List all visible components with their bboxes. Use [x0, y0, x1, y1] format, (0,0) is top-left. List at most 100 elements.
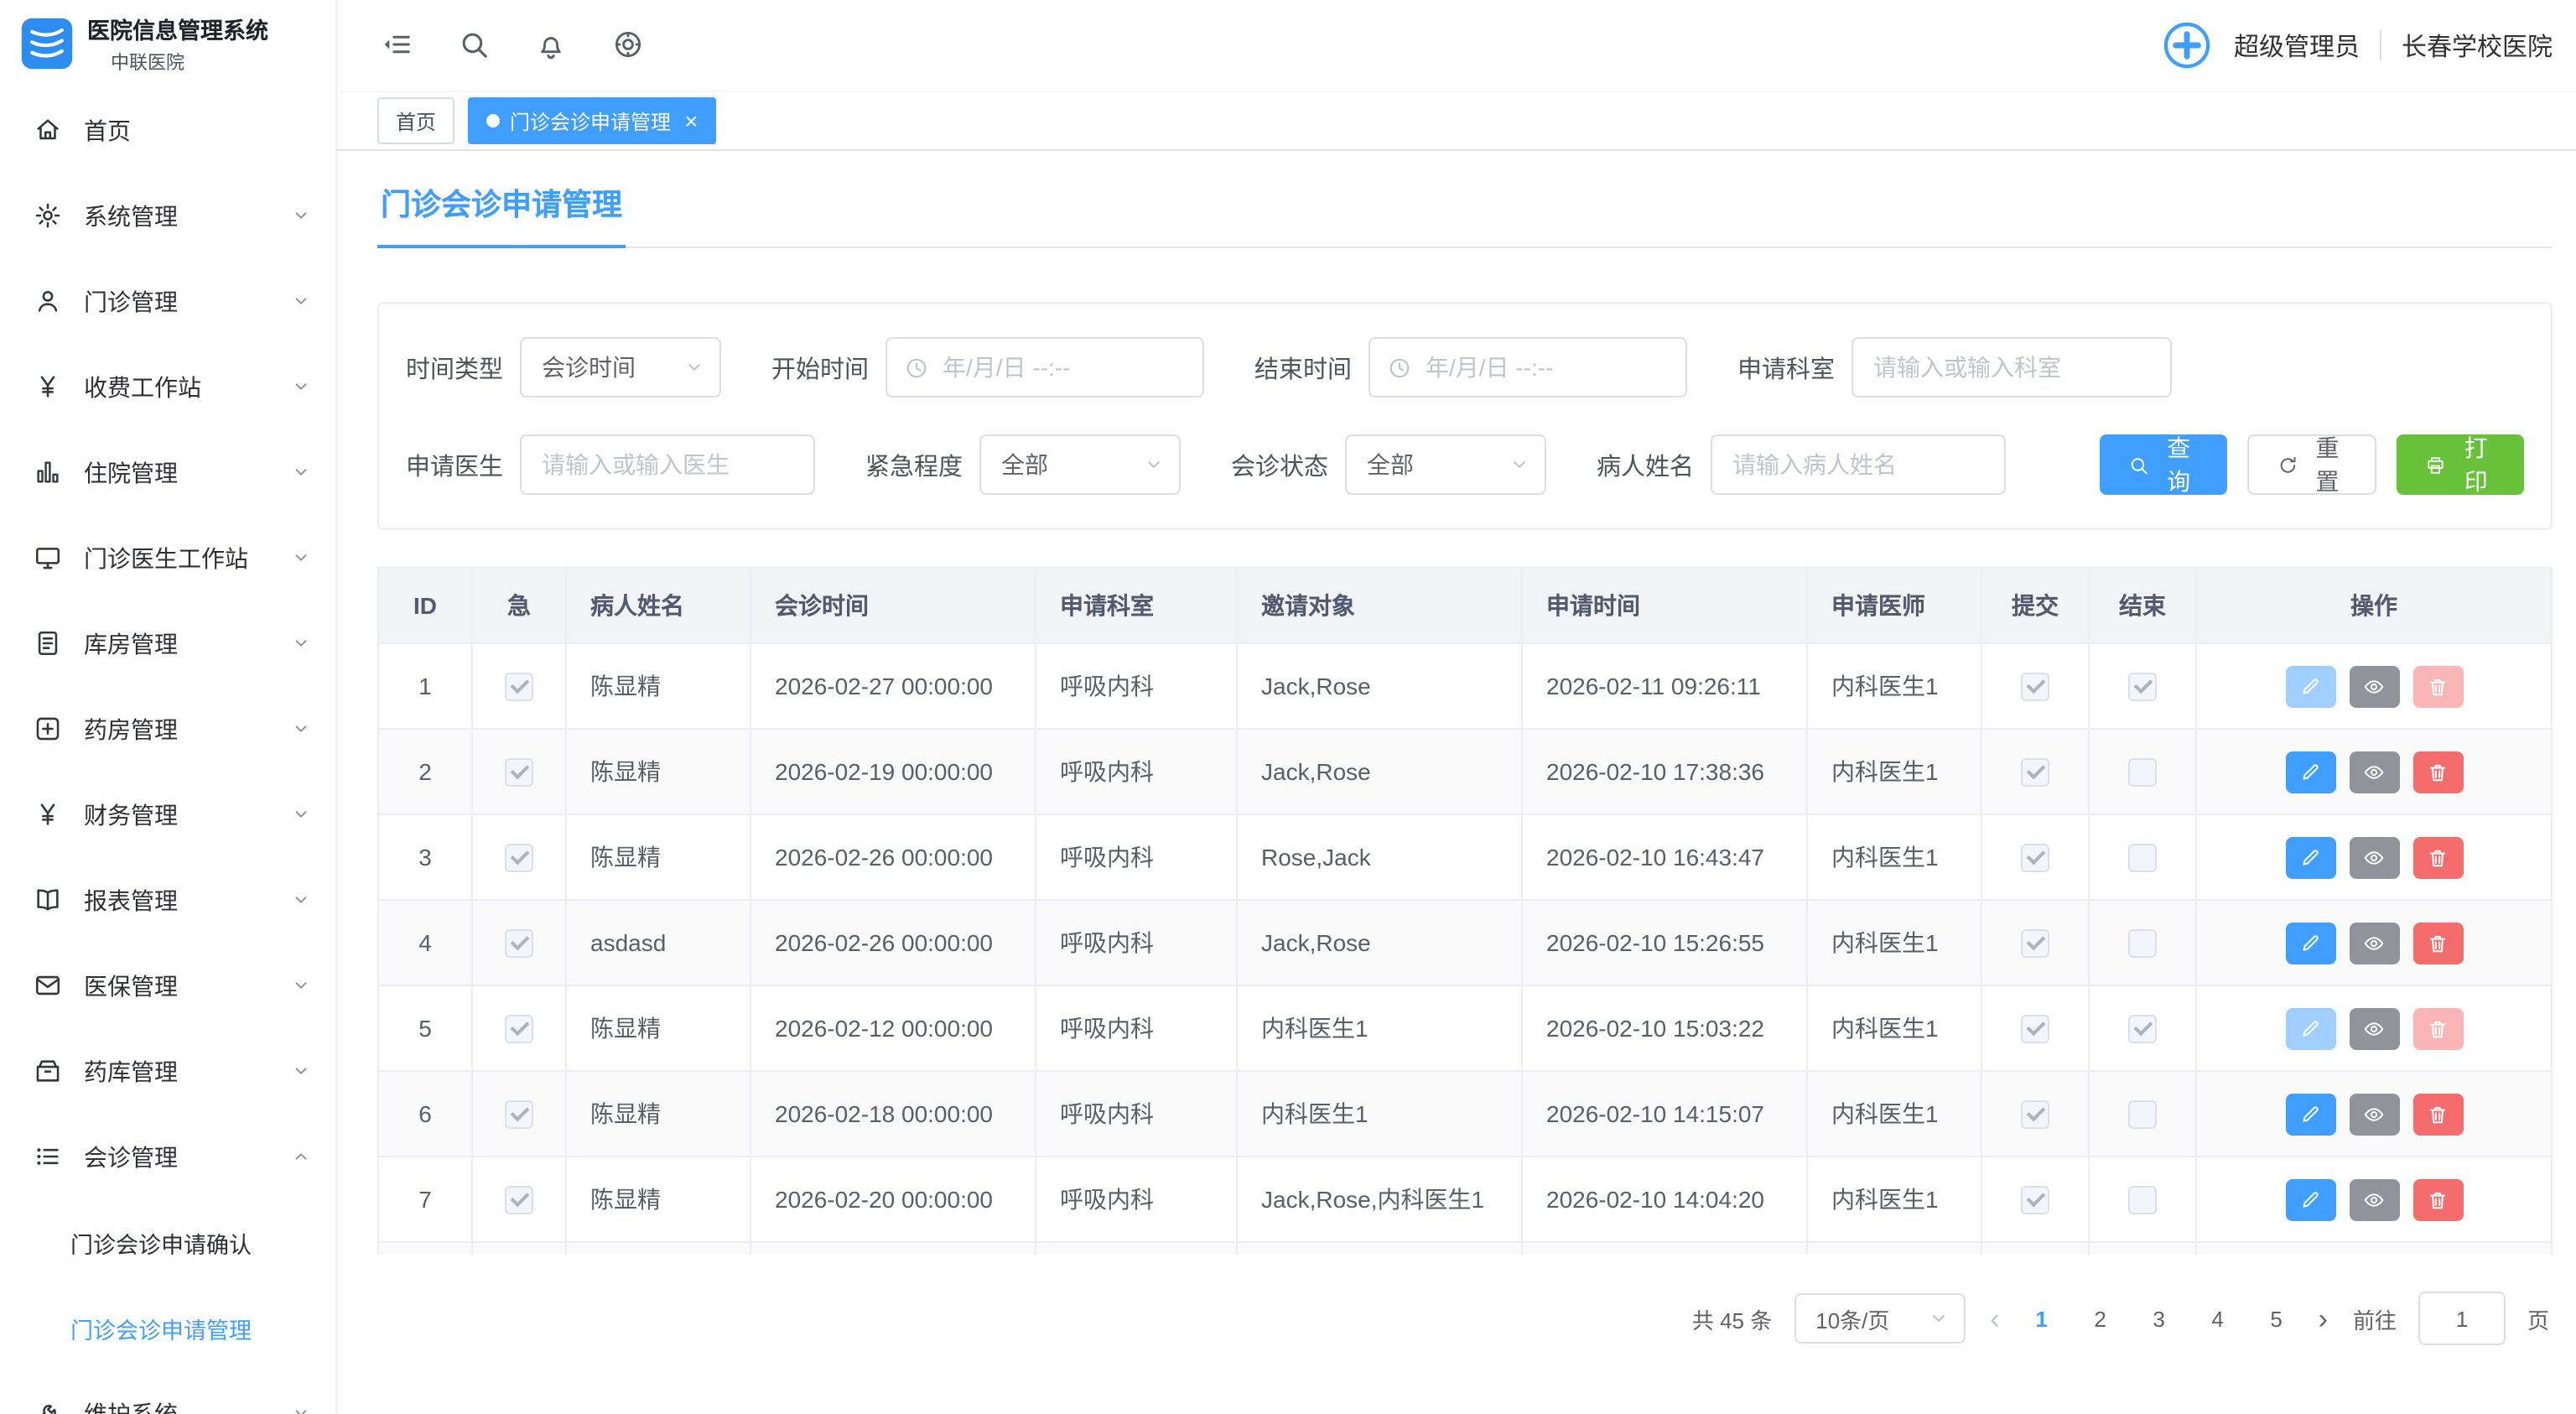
sidebar-item-13[interactable]: 维护系统: [0, 1370, 335, 1414]
cell-dept: 呼吸内科: [1036, 643, 1237, 729]
sidebar-item-5[interactable]: 门诊医生工作站: [0, 515, 335, 600]
cell-id: 7: [378, 1157, 472, 1242]
cell-ended: [2089, 900, 2196, 985]
submitted-checkbox[interactable]: [2021, 673, 2049, 701]
edit-button[interactable]: [2285, 836, 2335, 878]
delete-button[interactable]: [2412, 1178, 2463, 1220]
start-time-input[interactable]: 年/月/日 --:--: [886, 337, 1204, 398]
page-number-4[interactable]: 4: [2201, 1306, 2235, 1331]
doctor-input[interactable]: [520, 434, 815, 495]
tab-0[interactable]: 首页: [377, 97, 454, 144]
data-table-wrap: ID急病人姓名会诊时间申请科室邀请对象申请时间申请医师提交结束操作 1陈显精20…: [377, 567, 2553, 1255]
hospital-name[interactable]: 长春学校医院: [2402, 28, 2553, 63]
ended-checkbox[interactable]: [2128, 673, 2157, 701]
sidebar-item-7[interactable]: 药房管理: [0, 686, 335, 772]
end-time-input[interactable]: 年/月/日 --:--: [1368, 337, 1687, 398]
sidebar-item-10[interactable]: 医保管理: [0, 943, 335, 1028]
view-button[interactable]: [2349, 665, 2399, 707]
sidebar-item-3[interactable]: 收费工作站: [0, 344, 335, 429]
next-page-button[interactable]: ›: [2315, 1304, 2331, 1333]
reset-button[interactable]: 重置: [2246, 434, 2376, 495]
submitted-checkbox[interactable]: [2021, 929, 2049, 958]
delete-button[interactable]: [2412, 1093, 2463, 1135]
close-icon[interactable]: ×: [684, 109, 698, 133]
ended-checkbox[interactable]: [2128, 929, 2157, 958]
edit-button[interactable]: [2285, 1178, 2335, 1220]
print-button[interactable]: 打印: [2397, 434, 2524, 495]
ended-checkbox[interactable]: [2128, 1015, 2157, 1043]
view-button[interactable]: [2349, 1093, 2399, 1135]
page-number-3[interactable]: 3: [2142, 1306, 2176, 1331]
sidebar-item-4[interactable]: 住院管理: [0, 429, 335, 515]
delete-button[interactable]: [2412, 665, 2463, 707]
edit-button[interactable]: [2285, 1007, 2335, 1049]
submitted-checkbox[interactable]: [2021, 758, 2049, 787]
sidebar-subitem[interactable]: 门诊会诊申请确认: [0, 1199, 335, 1285]
sidebar-item-1[interactable]: 系统管理: [0, 173, 335, 258]
status-select[interactable]: 全部: [1345, 434, 1546, 495]
ended-checkbox[interactable]: [2128, 758, 2157, 787]
sidebar-item-2[interactable]: 门诊管理: [0, 258, 335, 344]
sidebar-item-8[interactable]: 财务管理: [0, 772, 335, 857]
submitted-checkbox[interactable]: [2021, 1186, 2049, 1214]
page-number-1[interactable]: 1: [2025, 1306, 2059, 1331]
divider: [2380, 30, 2381, 60]
submitted-checkbox[interactable]: [2021, 844, 2049, 872]
view-button[interactable]: [2349, 751, 2399, 793]
collapse-menu-icon[interactable]: [381, 29, 414, 62]
view-button[interactable]: [2349, 836, 2399, 878]
sidebar-subitem[interactable]: 门诊会诊申请管理: [0, 1285, 335, 1370]
tab-1[interactable]: 门诊会诊申请管理×: [468, 97, 716, 144]
urgent-checkbox[interactable]: [505, 673, 533, 701]
delete-button[interactable]: [2412, 1007, 2463, 1049]
view-button[interactable]: [2349, 922, 2399, 964]
urgent-checkbox[interactable]: [505, 1015, 533, 1043]
edit-button[interactable]: [2285, 665, 2335, 707]
edit-button[interactable]: [2285, 1093, 2335, 1135]
page-size-select[interactable]: 10条/页: [1794, 1293, 1965, 1344]
edit-button[interactable]: [2285, 751, 2335, 793]
view-button[interactable]: [2349, 1178, 2399, 1220]
search-button[interactable]: 查询: [2100, 434, 2226, 495]
time-type-select[interactable]: 会诊时间: [520, 337, 721, 398]
sidebar-item-11[interactable]: 药库管理: [0, 1028, 335, 1114]
search-icon[interactable]: [458, 29, 491, 62]
cell-actions: [2196, 900, 2552, 985]
delete-button[interactable]: [2412, 836, 2463, 878]
urgent-checkbox[interactable]: [505, 758, 533, 787]
delete-button[interactable]: [2412, 751, 2463, 793]
sidebar-item-12[interactable]: 会诊管理: [0, 1114, 335, 1199]
dept-input[interactable]: [1852, 337, 2172, 398]
goto-page-input[interactable]: [2418, 1292, 2506, 1345]
notification-bell-icon[interactable]: [535, 29, 569, 62]
page-number-2[interactable]: 2: [2084, 1306, 2117, 1331]
submitted-checkbox[interactable]: [2021, 1100, 2049, 1129]
user-avatar[interactable]: [2160, 18, 2214, 72]
patient-input[interactable]: [1711, 434, 2006, 495]
ended-checkbox[interactable]: [2128, 1186, 2157, 1214]
page-number-5[interactable]: 5: [2260, 1306, 2293, 1331]
urgent-checkbox[interactable]: [505, 1100, 533, 1129]
urgent-checkbox[interactable]: [505, 929, 533, 958]
page-numbers: 12345: [2025, 1306, 2293, 1331]
sidebar-item-6[interactable]: 库房管理: [0, 600, 335, 686]
cell-doctor: 内科医生1: [1807, 814, 1981, 900]
sidebar-item-9[interactable]: 报表管理: [0, 857, 335, 943]
cell-dept: [1036, 1242, 1237, 1255]
sidebar-item-0[interactable]: 首页: [0, 87, 335, 173]
urgent-checkbox[interactable]: [505, 844, 533, 872]
cell-urgent: [472, 1242, 566, 1255]
view-button[interactable]: [2349, 1007, 2399, 1049]
urgency-select[interactable]: 全部: [979, 434, 1181, 495]
urgent-checkbox[interactable]: [505, 1186, 533, 1214]
user-name[interactable]: 超级管理员: [2234, 28, 2360, 63]
ended-checkbox[interactable]: [2128, 844, 2157, 872]
chevron-down-icon: [290, 975, 312, 996]
ended-checkbox[interactable]: [2128, 1100, 2157, 1129]
edit-button[interactable]: [2285, 922, 2335, 964]
submitted-checkbox[interactable]: [2021, 1015, 2049, 1043]
prev-page-button[interactable]: ‹: [1987, 1304, 2002, 1333]
delete-button[interactable]: [2412, 922, 2463, 964]
settings-icon[interactable]: [612, 29, 646, 62]
end-time-placeholder: 年/月/日 --:--: [1426, 351, 1553, 384]
